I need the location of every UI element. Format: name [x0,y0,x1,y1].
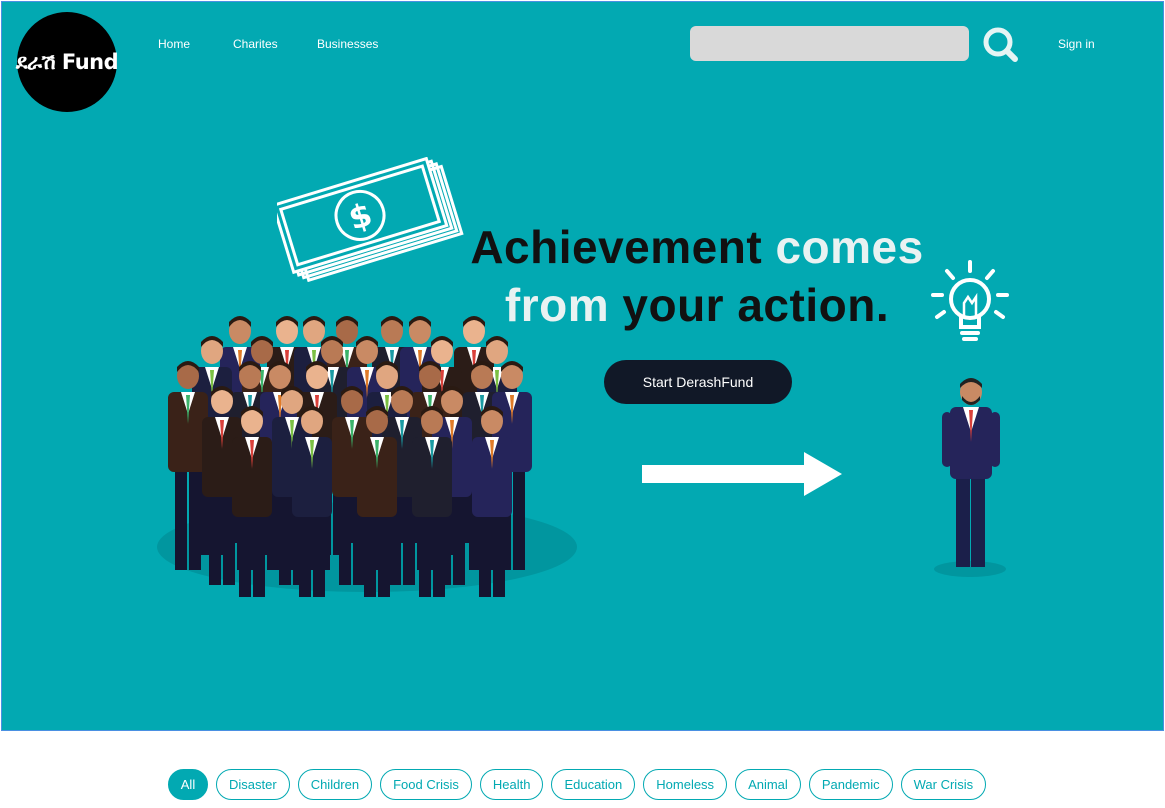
filter-education[interactable]: Education [551,769,636,800]
filter-all[interactable]: All [168,769,208,800]
filter-food-crisis[interactable]: Food Crisis [380,769,472,800]
filter-war-crisis[interactable]: War Crisis [900,769,987,800]
crowd-of-people-illustration [157,316,577,597]
search-icon [983,27,1018,62]
filter-disaster[interactable]: Disaster [216,769,290,800]
lightbulb-icon [931,260,1009,341]
category-filter-bar: All Disaster Children Food Crisis Health… [168,769,987,800]
money-stack-illustration: $ [277,157,464,282]
signin-link[interactable]: Sign in [1058,37,1095,51]
start-fund-button[interactable]: Start DerashFund [604,360,792,404]
filter-health[interactable]: Health [479,769,544,800]
filter-homeless[interactable]: Homeless [643,769,728,800]
headline-word-your-action: your action. [622,279,890,331]
nav-charities-link[interactable]: Charites [233,37,278,51]
hero-section: ደራሽ Fund Home Charites Businesses Sign i… [1,1,1164,731]
headline-word-comes: comes [775,221,924,273]
single-person-illustration [934,378,1006,577]
search-input[interactable] [690,26,969,61]
right-arrow-icon [642,452,842,496]
logo-text: ደራሽ Fund [15,49,119,74]
brand-logo[interactable]: ደራሽ Fund [15,12,119,112]
filter-animal[interactable]: Animal [735,769,801,800]
nav-businesses-link[interactable]: Businesses [317,37,378,51]
filter-pandemic[interactable]: Pandemic [808,769,893,800]
search-button[interactable] [980,24,1020,64]
headline-word-achievement: Achievement [470,221,763,273]
filter-children[interactable]: Children [297,769,373,800]
nav-home-link[interactable]: Home [158,37,190,51]
